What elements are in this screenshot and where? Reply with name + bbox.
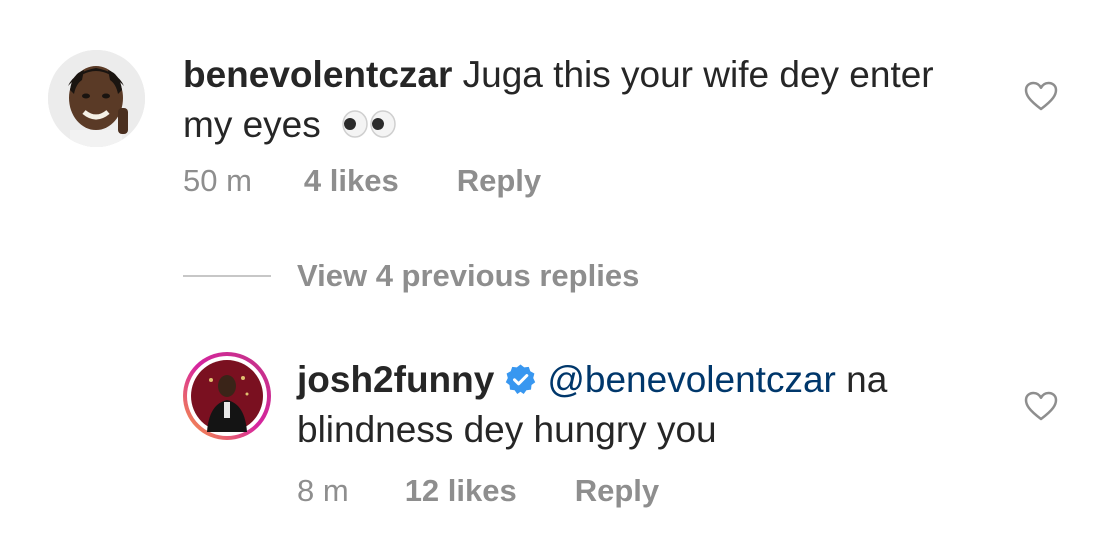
replier-avatar-story-ring[interactable] xyxy=(181,350,273,442)
comments-panel: benevolentczar Juga this your wife dey e… xyxy=(0,0,1120,560)
view-replies-label[interactable]: View 4 previous replies xyxy=(297,258,639,294)
eyes-emoji-icon xyxy=(341,102,397,152)
comment-like-heart-icon[interactable] xyxy=(1024,81,1058,111)
comment-meta: 50 m 4 likes Reply xyxy=(183,163,541,199)
comment-reply-button[interactable]: Reply xyxy=(457,163,541,199)
reply-reply-button[interactable]: Reply xyxy=(575,473,659,509)
reply-like-heart-icon[interactable] xyxy=(1024,391,1058,421)
reply-text-line1: na xyxy=(846,359,888,400)
reply-username[interactable]: josh2funny xyxy=(297,359,494,400)
view-previous-replies[interactable]: View 4 previous replies xyxy=(183,258,639,294)
comment-time: 50 m xyxy=(183,163,252,198)
verified-badge-icon xyxy=(504,359,537,394)
comment-likes-count[interactable]: 4 likes xyxy=(304,163,399,199)
replies-divider-line xyxy=(183,275,271,277)
comment-body: benevolentczar Juga this your wife dey e… xyxy=(183,50,943,152)
reply-mention-link[interactable]: @benevolentczar xyxy=(547,359,836,400)
reply-meta: 8 m 12 likes Reply xyxy=(297,473,659,509)
reply-time: 8 m xyxy=(297,473,349,508)
comment-username[interactable]: benevolentczar xyxy=(183,54,452,95)
reply-text-line2: blindness dey hungry you xyxy=(297,409,717,450)
reply-body: josh2funny @benevolentczar na blindness … xyxy=(297,355,997,455)
commenter-avatar[interactable] xyxy=(48,50,145,147)
reply-likes-count[interactable]: 12 likes xyxy=(405,473,517,509)
